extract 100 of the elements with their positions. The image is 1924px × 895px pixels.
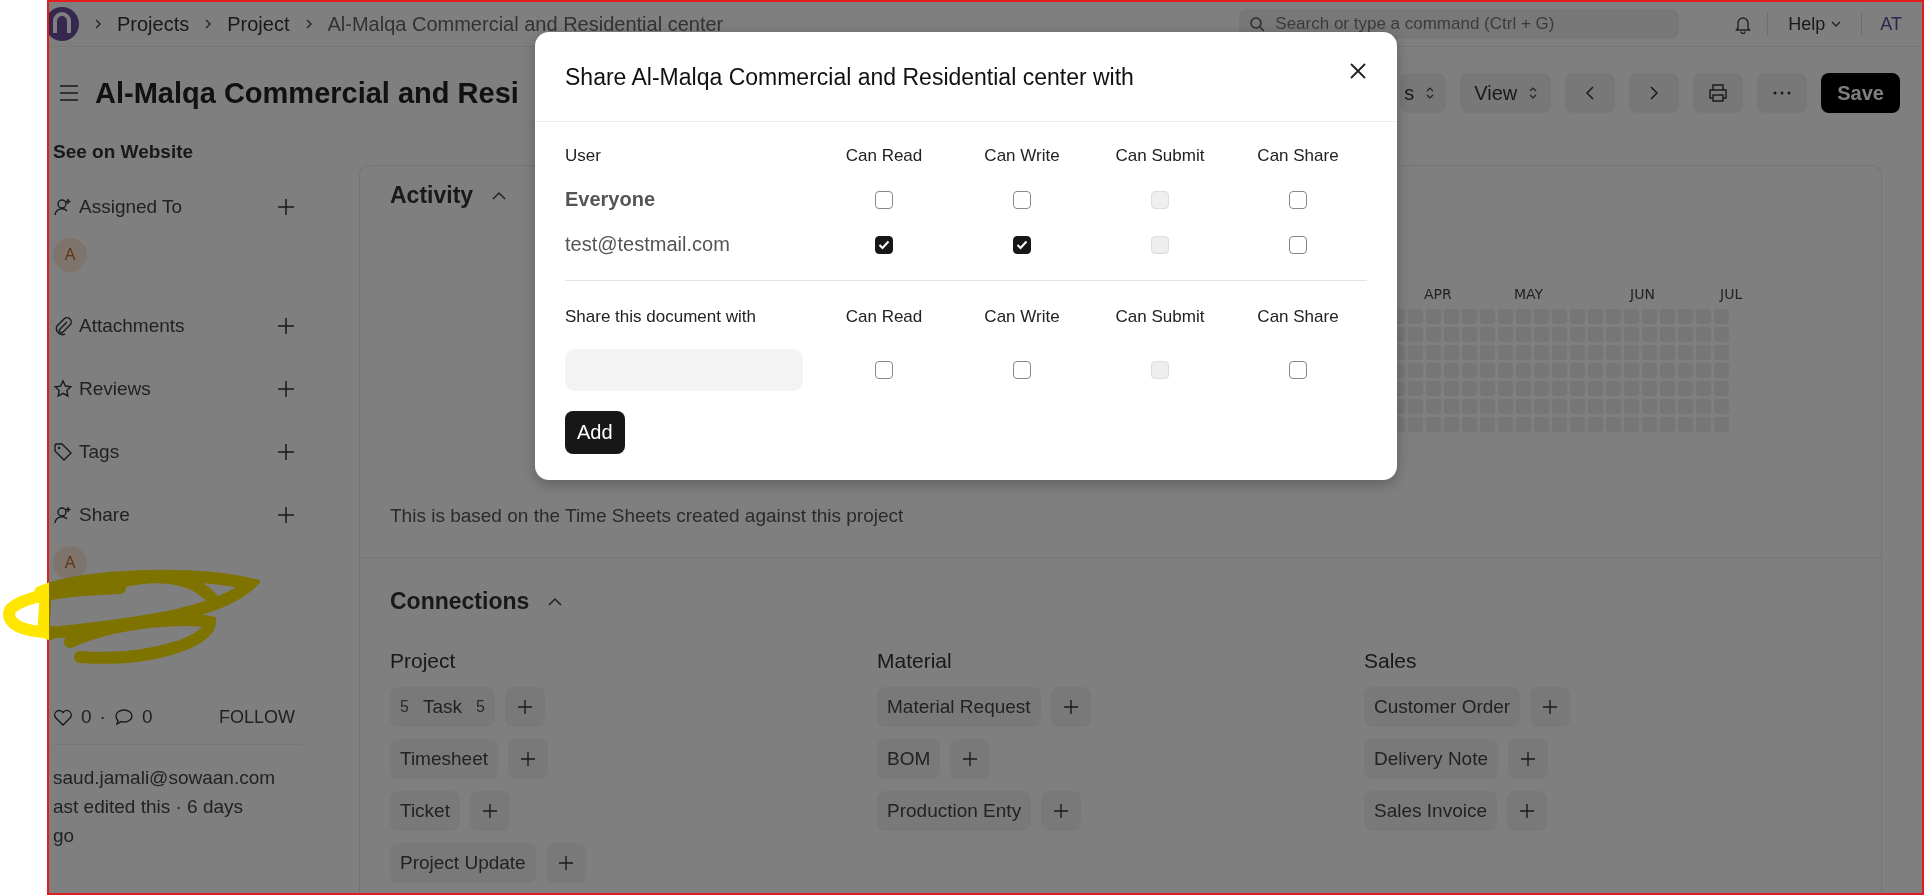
column-header: Can Write bbox=[983, 146, 1061, 166]
chevron-left-icon bbox=[1585, 85, 1596, 101]
checkbox[interactable] bbox=[1013, 361, 1031, 379]
connection-link[interactable]: BOM bbox=[877, 739, 941, 779]
group-title: Material bbox=[877, 649, 953, 673]
chevron-up-icon[interactable] bbox=[547, 596, 564, 607]
plus-icon bbox=[1062, 699, 1079, 715]
checkbox[interactable] bbox=[875, 235, 893, 254]
checkbox[interactable] bbox=[1289, 190, 1307, 209]
add-button[interactable] bbox=[1041, 791, 1082, 831]
section-title: Connections bbox=[390, 588, 530, 615]
website-link[interactable]: See on Website bbox=[53, 141, 303, 163]
add-button[interactable] bbox=[1530, 687, 1571, 727]
add-button[interactable] bbox=[545, 843, 586, 883]
connection-link[interactable]: Timesheet bbox=[390, 739, 498, 779]
section-label: Share bbox=[79, 503, 130, 526]
plus-icon bbox=[516, 699, 533, 715]
user-avatar[interactable]: A bbox=[53, 546, 87, 580]
plus-icon bbox=[520, 751, 536, 767]
tag-icon bbox=[53, 441, 73, 462]
column-header: Can Share bbox=[1256, 146, 1340, 166]
user-avatar[interactable]: A bbox=[53, 238, 87, 272]
heart-icon[interactable] bbox=[53, 708, 73, 726]
print-button[interactable] bbox=[1693, 73, 1744, 113]
connection-link[interactable]: Material Request bbox=[877, 687, 1041, 727]
link-label: Project Update bbox=[400, 852, 526, 874]
connection-link[interactable]: 5 Task 5 bbox=[390, 687, 495, 727]
connection-link[interactable]: Project Update bbox=[390, 843, 536, 883]
comment-count: 0 bbox=[141, 706, 153, 728]
connection-link[interactable]: Customer Order bbox=[1364, 687, 1521, 727]
checkbox[interactable] bbox=[875, 361, 893, 379]
add-button[interactable] bbox=[1507, 791, 1547, 831]
breadcrumb-link[interactable]: Al-Malqa Commercial and Residential center bbox=[327, 14, 724, 34]
separator-dot: · bbox=[99, 706, 106, 728]
chevron-up-icon[interactable] bbox=[491, 190, 508, 201]
month-label: APR bbox=[1424, 286, 1452, 302]
dropdown-button[interactable]: s bbox=[1400, 73, 1447, 113]
connection-link[interactable]: Delivery Note bbox=[1364, 739, 1499, 779]
plus-icon[interactable] bbox=[277, 505, 295, 524]
checkbox[interactable] bbox=[1013, 235, 1031, 254]
link-label: Timesheet bbox=[400, 748, 488, 770]
plus-icon[interactable] bbox=[277, 316, 295, 335]
menu-icon[interactable] bbox=[59, 84, 79, 102]
add-button[interactable] bbox=[469, 791, 510, 831]
connection-link[interactable]: Sales Invoice bbox=[1364, 791, 1497, 831]
comment-icon[interactable] bbox=[113, 708, 134, 726]
column-header: Can Read bbox=[844, 146, 924, 166]
column-header: Can Write bbox=[983, 307, 1061, 327]
connection-link[interactable]: Production Enty bbox=[877, 791, 1032, 831]
page-title: Al-Malqa Commercial and Resi bbox=[95, 76, 519, 110]
add-button[interactable] bbox=[508, 739, 548, 779]
add-button[interactable] bbox=[504, 687, 545, 727]
follow-link[interactable]: FOLLOW bbox=[219, 706, 295, 728]
plus-icon[interactable] bbox=[277, 197, 295, 216]
chevron-icon bbox=[303, 18, 314, 30]
breadcrumb-link[interactable]: Project bbox=[227, 14, 290, 34]
logo-icon[interactable] bbox=[49, 7, 79, 41]
checkbox[interactable] bbox=[875, 190, 893, 209]
plus-icon bbox=[962, 751, 979, 767]
save-button[interactable]: Save bbox=[1821, 73, 1900, 113]
add-button[interactable] bbox=[950, 739, 991, 779]
add-button[interactable] bbox=[1508, 739, 1549, 779]
help-menu[interactable]: Help bbox=[1782, 14, 1848, 34]
add-button[interactable] bbox=[1050, 687, 1091, 727]
plus-icon bbox=[481, 803, 498, 819]
owner-email: saud.jamali@sowaan.com bbox=[53, 766, 277, 790]
checkbox[interactable] bbox=[1289, 361, 1307, 379]
link-label: Material Request bbox=[887, 696, 1031, 718]
search-field[interactable]: Search or type a command (Ctrl + G) bbox=[1239, 9, 1680, 39]
field-label: Share this document with bbox=[565, 307, 757, 327]
link-label: Ticket bbox=[400, 800, 450, 822]
column-header: Can Submit bbox=[1114, 146, 1206, 166]
checkbox[interactable] bbox=[1013, 190, 1031, 209]
user-avatar[interactable]: AT bbox=[1876, 11, 1906, 37]
link-label: Production Enty bbox=[887, 800, 1022, 822]
plus-icon[interactable] bbox=[277, 442, 295, 461]
group-title: Project bbox=[390, 649, 457, 673]
link-label: Task bbox=[422, 696, 462, 718]
bell-icon[interactable] bbox=[1733, 14, 1754, 34]
person-plus-icon bbox=[53, 504, 73, 525]
column-header: Can Submit bbox=[1114, 307, 1206, 327]
connection-link[interactable]: Ticket bbox=[390, 791, 460, 831]
month-label: JUL bbox=[1720, 286, 1743, 302]
group-title: Sales bbox=[1364, 649, 1418, 673]
plus-icon[interactable] bbox=[277, 379, 295, 398]
count-label: 5 bbox=[400, 698, 409, 716]
sort-caret-icon bbox=[1529, 87, 1538, 99]
add-button[interactable]: Add bbox=[565, 411, 625, 454]
section-label: Assigned To bbox=[79, 195, 183, 218]
count-label: 5 bbox=[476, 698, 485, 716]
close-icon[interactable] bbox=[1349, 61, 1367, 80]
breadcrumb-link[interactable]: Projects bbox=[117, 14, 190, 34]
link-label: Sales Invoice bbox=[1374, 800, 1487, 822]
plus-icon bbox=[1053, 803, 1070, 819]
link-label: Customer Order bbox=[1374, 696, 1511, 718]
checkbox[interactable] bbox=[1289, 235, 1307, 254]
view-dropdown[interactable]: View bbox=[1460, 73, 1552, 113]
user-name: test@testmail.com bbox=[565, 233, 731, 256]
chevron-right-icon bbox=[1649, 85, 1660, 101]
section-title: Activity bbox=[390, 182, 474, 209]
